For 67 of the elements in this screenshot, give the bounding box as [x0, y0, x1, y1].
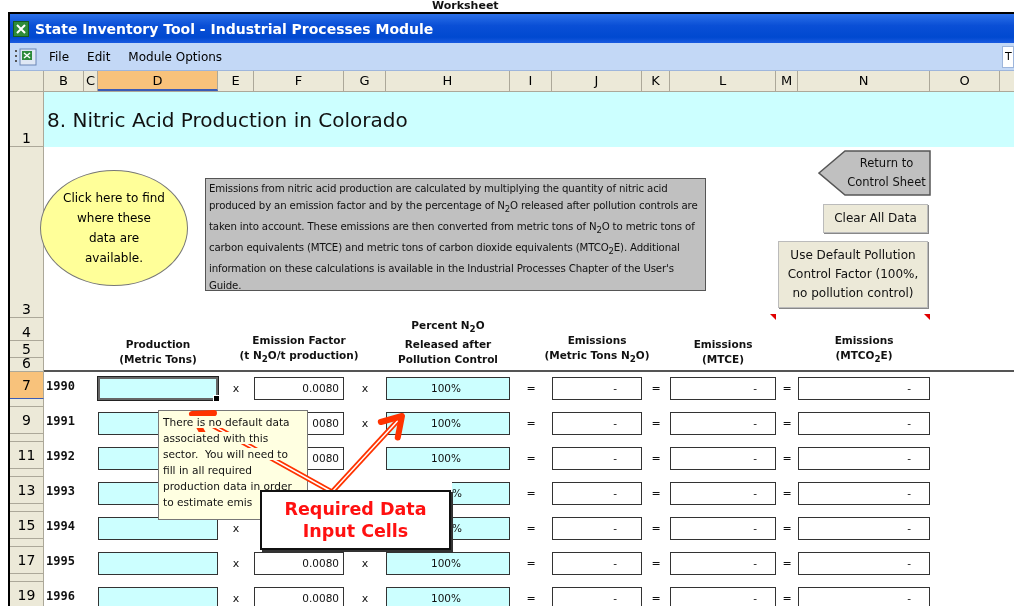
- equals-sign: =: [782, 381, 792, 395]
- equals-sign: =: [526, 486, 536, 500]
- emissions-cell: -: [798, 481, 930, 505]
- equals-sign: =: [651, 451, 661, 465]
- year-label: 1995: [45, 553, 76, 568]
- page-heading: Worksheet: [431, 0, 500, 12]
- equals-sign: =: [651, 416, 661, 430]
- equals-sign: =: [782, 521, 792, 535]
- description-text: Emissions from nitric acid production are calculated by multiplying the quantity of nitric acid produced by an emission factor and by the percentage of N$_{2}$O released after pollution controls are taken into account. These emissions are then converted from metric tons of N$_{2}$O to metric tons of carbon equivalents (MTCE) and metric tons of carbon dioxide equivalents (MTCO$_{2}$E). Additional information on these calculations is available in the Industrial Processes Chapter of the User's Guide.: [205, 178, 706, 291]
- emissions-cell: -: [670, 446, 776, 470]
- emissions-cell: -: [552, 516, 642, 540]
- year-label: 1991: [45, 413, 76, 428]
- emissions-cell: -: [552, 551, 642, 575]
- emissions-cell: -: [798, 586, 930, 606]
- year-label: 1990: [45, 378, 76, 393]
- equals-sign: =: [651, 486, 661, 500]
- emissions-cell: -: [798, 516, 930, 540]
- multiply-sign: x: [232, 381, 240, 395]
- column-heading: Production (Metric Tons): [119, 337, 197, 368]
- year-label: 1993: [45, 483, 76, 498]
- emissions-cell: -: [670, 586, 776, 606]
- equals-sign: =: [526, 451, 536, 465]
- column-heading: Emission Factor (t N$_{2}$O/t production): [239, 333, 359, 367]
- multiply-sign: x: [361, 591, 369, 605]
- equals-sign: =: [782, 451, 792, 465]
- equals-sign: =: [651, 381, 661, 395]
- emissions-cell: -: [670, 516, 776, 540]
- equals-sign: =: [782, 486, 792, 500]
- column-heading: Emissions (Metric Tons N$_{2}$O): [544, 333, 650, 367]
- column-heading: Emissions (MTCE): [693, 337, 753, 368]
- emissions-cell: -: [670, 481, 776, 505]
- equals-sign: =: [526, 556, 536, 570]
- emissions-cell: -: [798, 446, 930, 470]
- emissions-cell: -: [798, 411, 930, 435]
- multiply-sign: x: [361, 556, 369, 570]
- multiply-sign: x: [232, 521, 240, 535]
- emissions-cell: -: [552, 481, 642, 505]
- multiply-sign: x: [361, 416, 369, 430]
- emissions-cell: -: [552, 376, 642, 400]
- emissions-cell: -: [552, 586, 642, 606]
- column-heading: Percent N$_{2}$O Released after Pollution Control: [398, 318, 498, 368]
- equals-sign: =: [526, 591, 536, 605]
- multiply-sign: x: [232, 591, 240, 605]
- year-label: 1996: [45, 588, 76, 603]
- window-title: State Inventory Tool - Industrial Processes Module: [35, 20, 434, 37]
- year-label: 1994: [45, 518, 76, 533]
- emissions-cell: -: [552, 446, 642, 470]
- equals-sign: =: [782, 591, 792, 605]
- equals-sign: =: [651, 521, 661, 535]
- emissions-cell: -: [670, 551, 776, 575]
- emissions-cell: -: [798, 551, 930, 575]
- year-label: 1992: [45, 448, 76, 463]
- equals-sign: =: [782, 556, 792, 570]
- equals-sign: =: [526, 521, 536, 535]
- emissions-cell: -: [798, 376, 930, 400]
- emissions-cell: -: [670, 376, 776, 400]
- equals-sign: =: [782, 416, 792, 430]
- column-heading: Emissions (MTCO$_{2}$E): [834, 333, 894, 367]
- equals-sign: =: [651, 591, 661, 605]
- emissions-cell: -: [670, 411, 776, 435]
- sheet-title: 8. Nitric Acid Production in Colorado: [47, 107, 408, 132]
- multiply-sign: x: [361, 381, 369, 395]
- emissions-cell: -: [552, 411, 642, 435]
- equals-sign: =: [526, 381, 536, 395]
- equals-sign: =: [526, 416, 536, 430]
- multiply-sign: x: [232, 556, 240, 570]
- equals-sign: =: [651, 556, 661, 570]
